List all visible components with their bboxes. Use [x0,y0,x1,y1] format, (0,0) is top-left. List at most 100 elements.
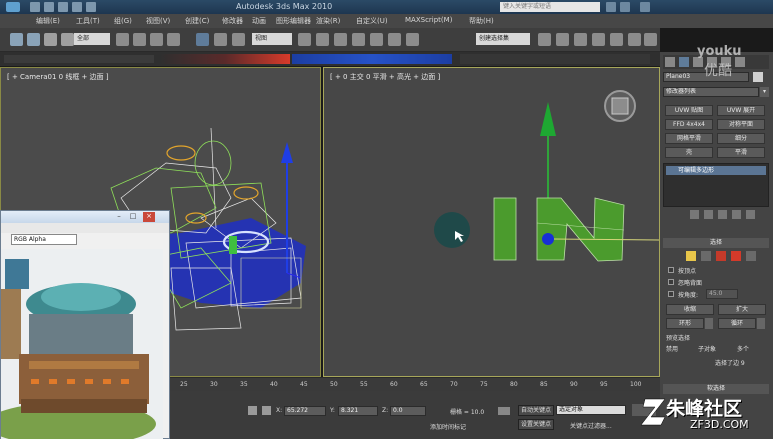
close-icon[interactable]: × [143,212,155,222]
modifier-button[interactable]: 网格平滑 [665,133,713,144]
polygon-subobject-icon[interactable] [731,251,741,261]
percent-snap-icon[interactable] [370,33,383,46]
layer-manager-icon[interactable] [574,33,587,46]
reference-coordinate-dropdown[interactable]: 视图 [252,33,292,45]
ribbon-right-segment[interactable] [460,54,650,64]
object-color-swatch[interactable] [753,72,763,82]
create-tab-icon[interactable] [665,57,675,67]
key-icon[interactable] [498,407,510,415]
ring-button[interactable]: 环形 [666,318,704,329]
lock-selection-icon[interactable] [248,406,257,415]
select-by-name-icon[interactable] [133,33,146,46]
new-icon[interactable] [30,2,40,12]
edge-subobject-icon[interactable] [701,251,711,261]
remove-modifier-icon[interactable] [732,210,741,219]
show-end-result-icon[interactable] [704,210,713,219]
preview-off-radio[interactable]: 禁用 [666,344,678,353]
ribbon-left-segment[interactable] [4,55,154,63]
align-icon[interactable] [556,33,569,46]
redo-icon[interactable] [86,2,96,12]
channel-dropdown[interactable]: RGB Alpha [11,234,77,245]
minimize-icon[interactable]: – [113,212,125,222]
ignore-backfacing-checkbox[interactable] [668,279,674,285]
search-input[interactable]: 键入关键字或短语 [500,2,600,12]
link-icon[interactable] [44,33,57,46]
menu-customize[interactable]: 自定义(U) [356,16,388,26]
info-icon[interactable] [640,2,650,12]
undo-icon[interactable] [72,2,82,12]
modifier-button[interactable]: 平滑 [717,147,765,158]
selected-object-dropdown[interactable]: 选定对象 [556,405,626,415]
menu-create[interactable]: 创建(C) [185,16,209,26]
vertex-subobject-icon[interactable] [686,251,696,261]
preview-multi-radio[interactable]: 多个 [737,344,749,353]
menu-tools[interactable]: 工具(T) [76,16,100,26]
modifier-stack[interactable]: 可编辑多边形 [663,163,769,207]
save-icon[interactable] [58,2,68,12]
move-icon[interactable] [196,33,209,46]
menu-animation[interactable]: 动画 [252,16,266,26]
auto-key-button[interactable]: 自动关键点 [518,405,554,416]
by-angle-checkbox[interactable] [668,291,674,297]
menu-maxscript[interactable]: MAXScript(M) [405,16,452,24]
y-coordinate-field[interactable]: 8.321 [338,406,378,416]
menu-modifiers[interactable]: 修改器 [222,16,243,26]
track-bar[interactable]: 25 30 35 40 45 50 55 60 65 70 75 80 85 9… [170,377,660,391]
pin-stack-icon[interactable] [690,210,699,219]
modifier-button[interactable]: UVW 贴图 [665,105,713,116]
absolute-mode-icon[interactable] [262,406,271,415]
modifier-list-dropdown[interactable]: 修改器列表 [663,87,759,97]
render-setup-icon[interactable] [628,33,641,46]
perspective-viewport[interactable]: [ + 0 主交 0 平滑 + 高光 + 边面 ] [323,67,660,377]
unlink-icon[interactable] [61,33,74,46]
rotate-icon[interactable] [214,33,227,46]
menu-help[interactable]: 帮助(H) [469,16,494,26]
add-time-tag[interactable]: 添加时间标记 [430,422,466,431]
window-crossing-icon[interactable] [167,33,180,46]
snaps-toggle-icon[interactable] [334,33,347,46]
menu-group[interactable]: 组(G) [114,16,132,26]
render-window-titlebar[interactable]: – □ × [1,211,169,223]
modify-tab-icon[interactable] [679,57,689,67]
redo-icon[interactable] [27,33,40,46]
z-coordinate-field[interactable]: 0.0 [390,406,426,416]
selection-filter-dropdown[interactable]: 全部 [74,33,110,45]
by-vertex-checkbox[interactable] [668,267,674,273]
loop-spinner[interactable] [757,318,765,329]
manipulate-icon[interactable] [316,33,329,46]
ribbon-tab-highlight[interactable] [160,54,290,64]
app-icon[interactable] [6,2,20,12]
named-selection-set-dropdown[interactable]: 创建选择集 [476,33,530,45]
material-editor-icon[interactable] [610,33,623,46]
menu-edit[interactable]: 编辑(E) [36,16,60,26]
modifier-button[interactable]: 壳 [665,147,713,158]
make-unique-icon[interactable] [718,210,727,219]
modifier-button[interactable]: 细分 [717,133,765,144]
menu-graph-editors[interactable]: 图形编辑器 [276,16,311,26]
mirror-icon[interactable] [538,33,551,46]
shrink-button[interactable]: 收缩 [666,304,714,315]
modifier-button[interactable]: 对称平面 [717,119,765,130]
element-subobject-icon[interactable] [746,251,756,261]
grow-button[interactable]: 扩大 [718,304,766,315]
modifier-button[interactable]: FFD 4x4x4 [665,119,713,130]
menu-views[interactable]: 视图(V) [146,16,170,26]
key-filters-button[interactable]: 关键点过滤器... [570,421,612,430]
scale-icon[interactable] [232,33,245,46]
pivot-center-icon[interactable] [298,33,311,46]
select-object-icon[interactable] [116,33,129,46]
curve-editor-icon[interactable] [592,33,605,46]
set-key-button[interactable]: 设置关键点 [518,419,554,430]
modifier-button[interactable]: UVW 展开 [717,105,765,116]
angle-field[interactable]: 45.0 [706,289,738,299]
border-subobject-icon[interactable] [716,251,726,261]
maximize-icon[interactable]: □ [127,212,139,222]
ribbon-tab-blue[interactable] [292,54,452,64]
edit-named-selection-icon[interactable] [406,33,419,46]
configure-sets-icon[interactable] [746,210,755,219]
loop-button[interactable]: 循环 [718,318,756,329]
help-icon[interactable] [620,2,630,12]
x-coordinate-field[interactable]: 65.272 [284,406,326,416]
chevron-down-icon[interactable]: ▾ [760,87,769,97]
search-icon[interactable] [606,2,616,12]
